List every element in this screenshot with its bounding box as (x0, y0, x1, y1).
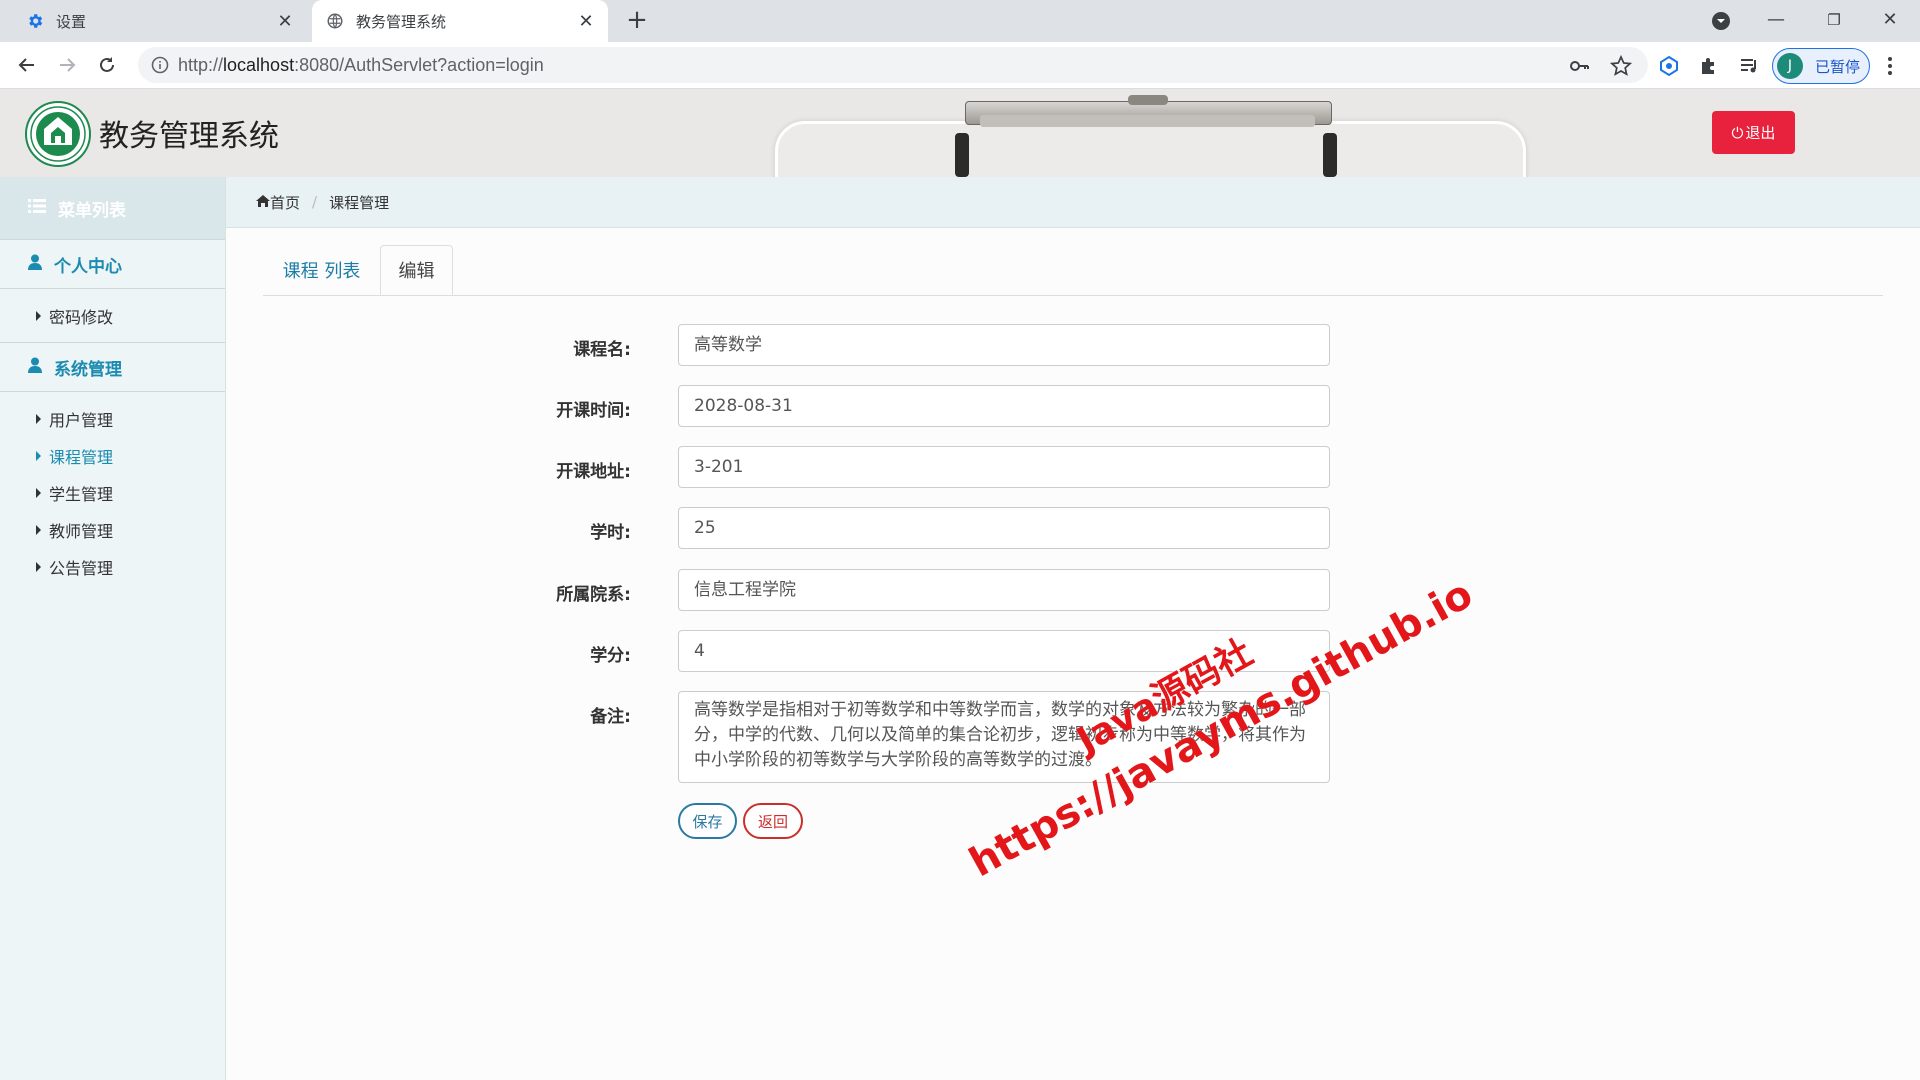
extension-shield-icon[interactable] (1658, 55, 1680, 77)
settings-gear-icon (26, 12, 44, 30)
restore-window-button[interactable]: ❐ (1806, 0, 1862, 42)
browser-tab-active[interactable]: 教务管理系统 ✕ (312, 0, 608, 42)
browser-toolbar: http://localhost:8080/AuthServlet?action… (0, 42, 1920, 89)
save-button[interactable]: 保存 (678, 803, 737, 839)
site-info-icon[interactable] (150, 55, 170, 75)
sidebar-group-label: 系统管理 (54, 359, 122, 380)
logout-label: 退出 (1745, 124, 1776, 142)
header-background-image (1323, 133, 1337, 177)
extensions-puzzle-icon[interactable] (1698, 55, 1720, 77)
sidebar-group-personal[interactable]: 个人中心 (0, 239, 225, 289)
sidebar-item-label: 学生管理 (49, 484, 114, 504)
caret-right-icon (36, 450, 41, 461)
header-background-image (955, 133, 969, 177)
department-label: 所属院系: (556, 585, 631, 605)
profile-status-label: 已暂停 (1815, 57, 1861, 76)
header-background-image (980, 115, 1315, 127)
start-date-label: 开课时间: (556, 401, 631, 421)
media-playlist-icon[interactable] (1738, 55, 1760, 77)
address-bar[interactable]: http://localhost:8080/AuthServlet?action… (138, 47, 1648, 83)
power-icon: ⏻ (1731, 123, 1744, 142)
avatar: J (1777, 53, 1803, 79)
school-logo (25, 101, 91, 167)
home-icon (256, 193, 270, 211)
browser-menu-icon[interactable] (1886, 55, 1894, 77)
user-icon (28, 254, 42, 275)
sidebar-item-students[interactable]: 学生管理 (0, 474, 225, 511)
department-input[interactable]: 信息工程学院 (678, 569, 1330, 611)
sidebar-item-users[interactable]: 用户管理 (0, 400, 225, 437)
forward-arrow-icon[interactable] (52, 50, 82, 80)
remark-textarea[interactable]: 高等数学是指相对于初等数学和中等数学而言，数学的对象及方法较为繁杂的一部分，中学… (678, 691, 1330, 783)
reload-icon[interactable] (92, 50, 122, 80)
content-tabs: 课程 列表 编辑 (263, 245, 1883, 296)
profile-button[interactable]: J 已暂停 (1772, 48, 1870, 84)
list-icon (28, 198, 46, 219)
breadcrumb-separator: / (312, 193, 318, 211)
credit-label: 学分: (590, 646, 631, 666)
start-date-input[interactable]: 2028-08-31 (678, 385, 1330, 427)
sidebar-group-label: 个人中心 (54, 256, 122, 277)
caret-right-icon (36, 487, 41, 498)
caret-right-icon (36, 561, 41, 572)
browser-tab-settings[interactable]: 设置 ✕ (12, 0, 307, 42)
sidebar-item-teachers[interactable]: 教师管理 (0, 511, 225, 548)
url-text: http://localhost:8080/AuthServlet?action… (178, 55, 544, 76)
breadcrumb-current: 课程管理 (329, 193, 390, 212)
tab-course-list[interactable]: 课程 列表 (263, 245, 380, 295)
logout-button[interactable]: ⏻ 退出 (1712, 111, 1795, 154)
new-tab-button[interactable]: + (622, 6, 652, 36)
hours-label: 学时: (590, 523, 631, 543)
caret-right-icon (36, 524, 41, 535)
sidebar-item-notices[interactable]: 公告管理 (0, 548, 225, 585)
main-content: 课程 列表 编辑 课程名: 高等数学 开课时间: 2028-08-31 开课地址… (226, 228, 1920, 1080)
back-arrow-icon[interactable] (12, 50, 42, 80)
sidebar-item-label: 密码修改 (49, 307, 114, 327)
header-background-image (1128, 95, 1168, 105)
header-background-image (775, 121, 1526, 177)
sidebar-item-label: 公告管理 (49, 558, 114, 578)
sidebar-item-label: 用户管理 (49, 410, 114, 430)
url-path: :8080/AuthServlet?action=login (294, 55, 544, 75)
bookmark-star-icon[interactable] (1609, 54, 1633, 77)
location-label: 开课地址: (556, 462, 631, 482)
key-icon[interactable] (1568, 55, 1590, 77)
sidebar-item-courses[interactable]: 课程管理 (0, 437, 225, 474)
remark-label: 备注: (590, 707, 631, 727)
site-title: 教务管理系统 (99, 119, 279, 154)
minimize-window-button[interactable]: — (1748, 0, 1804, 42)
caret-right-icon (36, 413, 41, 424)
course-name-input[interactable]: 高等数学 (678, 324, 1330, 366)
breadcrumb-home-label: 首页 (270, 193, 301, 212)
tab-edit[interactable]: 编辑 (380, 245, 453, 295)
url-prefix: http:// (178, 55, 224, 75)
user-icon (28, 357, 42, 378)
course-name-label: 课程名: (573, 340, 631, 360)
caret-right-icon (36, 310, 41, 321)
credit-input[interactable]: 4 (678, 630, 1330, 672)
sidebar-heading: 菜单列表 (0, 177, 225, 239)
tab-close-icon[interactable]: ✕ (273, 11, 297, 32)
breadcrumb-home[interactable]: 首页 (256, 192, 300, 213)
hours-input[interactable]: 25 (678, 507, 1330, 549)
page-header (0, 89, 1920, 177)
back-button[interactable]: 返回 (743, 803, 803, 839)
globe-icon (326, 12, 344, 30)
sidebar-heading-label: 菜单列表 (58, 200, 126, 221)
tab-close-icon[interactable]: ✕ (574, 11, 598, 32)
sidebar-item-label: 课程管理 (49, 447, 114, 467)
sidebar: 菜单列表 个人中心 密码修改 系统管理 用户管理 课程管理 学生管理 教师管理 … (0, 177, 226, 1080)
tab-search-icon[interactable] (1710, 10, 1732, 32)
sidebar-item-password[interactable]: 密码修改 (0, 297, 225, 334)
location-input[interactable]: 3-201 (678, 446, 1330, 488)
breadcrumb: 首页 / 课程管理 (226, 177, 1920, 228)
browser-tab-title: 教务管理系统 (356, 12, 447, 31)
url-host: localhost (223, 55, 295, 75)
sidebar-group-system[interactable]: 系统管理 (0, 342, 225, 392)
browser-tab-title: 设置 (56, 12, 87, 31)
browser-tab-strip: 设置 ✕ 教务管理系统 ✕ + — ❐ ✕ (0, 0, 1920, 42)
close-window-button[interactable]: ✕ (1862, 0, 1918, 42)
sidebar-item-label: 教师管理 (49, 521, 114, 541)
